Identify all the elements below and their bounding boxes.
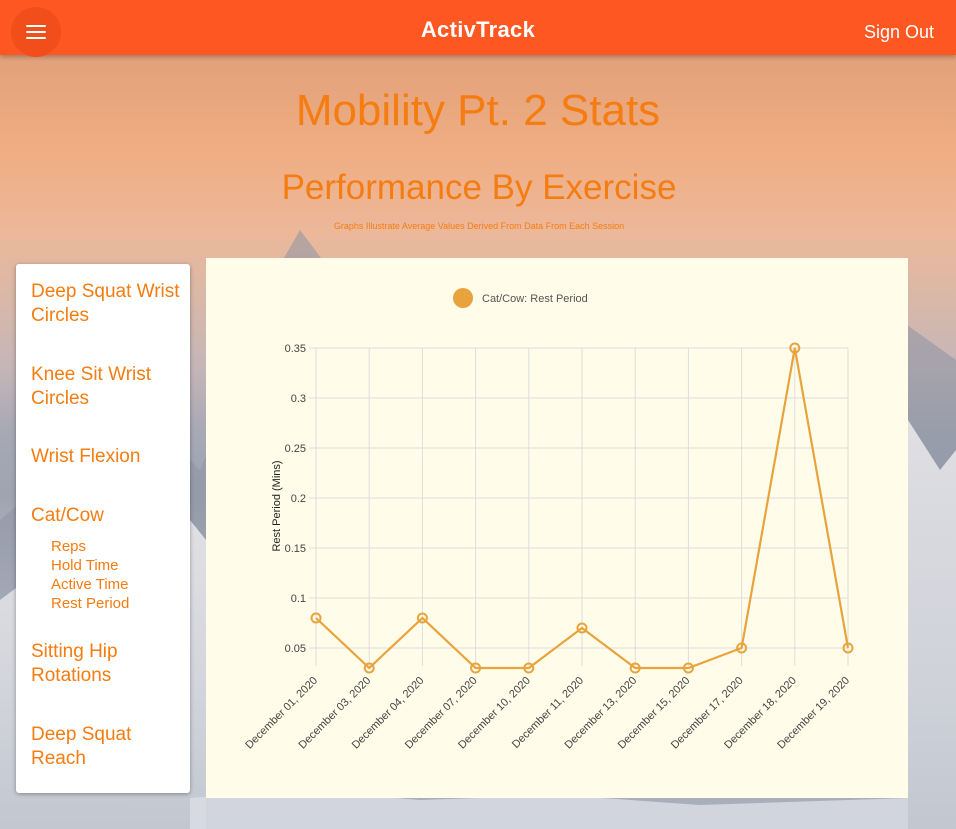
- exercise-item-knee-sit-wrist-circles[interactable]: Knee Sit Wrist Circles: [31, 363, 186, 411]
- metric-link-reps[interactable]: Reps: [51, 537, 86, 556]
- section-subtitle: Graphs Illustrate Average Values Derived…: [333, 221, 625, 231]
- y-axis-label: Rest Period (Mins): [271, 460, 283, 551]
- y-tick-label: 0.05: [285, 643, 306, 655]
- legend-swatch: [453, 288, 473, 308]
- exercise-item-deep-squat-wrist-circles[interactable]: Deep Squat Wrist Circles: [31, 280, 186, 328]
- app-header: ActivTrack Sign Out: [0, 0, 956, 57]
- y-tick-label: 0.3: [291, 393, 306, 405]
- rest-period-line-chart: 0.350.30.250.20.150.10.05December 01, 20…: [243, 288, 854, 751]
- y-tick-label: 0.1: [291, 593, 306, 605]
- legend-label: Cat/Cow: Rest Period: [482, 293, 588, 305]
- y-tick-label: 0.15: [285, 543, 306, 555]
- exercise-item-sitting-hip-rotations[interactable]: Sitting Hip Rotations: [31, 640, 186, 688]
- sign-out-link[interactable]: Sign Out: [864, 22, 934, 43]
- metric-link-hold-time[interactable]: Hold Time: [51, 556, 119, 575]
- y-tick-label: 0.25: [285, 443, 306, 455]
- exercise-item-wrist-flexion[interactable]: Wrist Flexion: [31, 445, 186, 469]
- exercise-sidebar: Deep Squat Wrist Circles Knee Sit Wrist …: [16, 264, 190, 793]
- y-tick-label: 0.35: [285, 343, 306, 355]
- section-title: Performance By Exercise: [281, 168, 677, 207]
- metric-link-active-time[interactable]: Active Time: [51, 575, 129, 594]
- page-title: Mobility Pt. 2 Stats: [295, 86, 661, 135]
- exercise-item-deep-squat-reach[interactable]: Deep Squat Reach: [31, 723, 186, 771]
- y-tick-label: 0.2: [291, 493, 306, 505]
- metric-link-rest-period[interactable]: Rest Period: [51, 594, 129, 613]
- app-title: ActivTrack: [420, 17, 536, 42]
- exercise-item-cat-cow[interactable]: Cat/Cow: [31, 504, 186, 528]
- chart-card: 0.35 0.3 0.25 0.2 0.15 0.1 0.05 December 01, 20…: [206, 258, 908, 798]
